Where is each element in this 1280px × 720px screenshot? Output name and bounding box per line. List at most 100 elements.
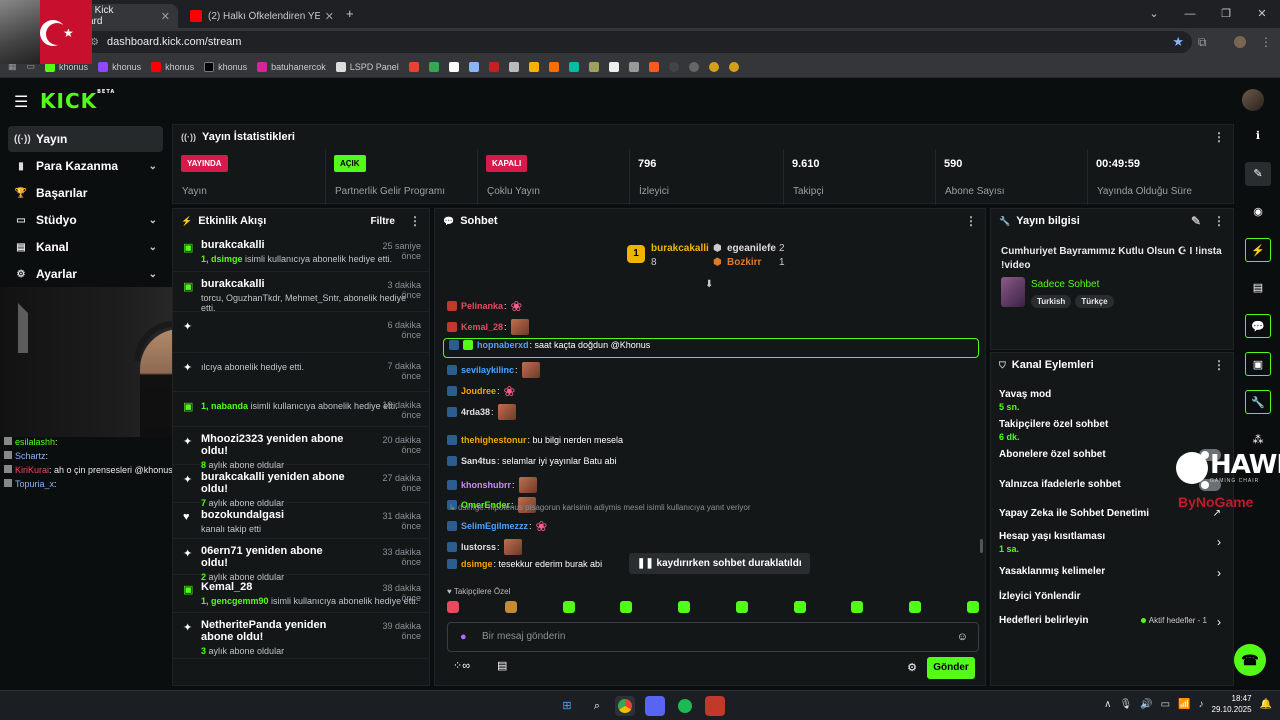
chat-message-input[interactable]: ● Bir mesaj gönderin ☺	[447, 622, 979, 652]
bookmark-icon-only[interactable]	[488, 61, 499, 72]
leader-1-name[interactable]: burakcakalli	[651, 243, 709, 254]
sidebar-item[interactable]: 🏆 Başarılar	[8, 180, 163, 206]
chat-username[interactable]: lustorss	[461, 542, 496, 552]
bookmark-icon-only[interactable]	[408, 61, 419, 72]
sidebar-item[interactable]: ▮ Para Kazanma ⌄	[8, 153, 163, 179]
chevron-down-icon[interactable]: ⌄	[149, 242, 157, 253]
new-tab-icon[interactable]: +	[346, 6, 354, 21]
bookmark-star-icon[interactable]: ★	[1172, 34, 1184, 50]
bookmark-icon-only[interactable]	[528, 61, 539, 72]
bookmark-icon-only[interactable]	[508, 61, 519, 72]
clock[interactable]: 18:47 29.10.2025	[1212, 693, 1252, 715]
search-icon[interactable]: ⌕	[587, 696, 607, 716]
sidebar-item[interactable]: ⚙ Ayarlar ⌄	[8, 261, 163, 287]
emote-icon[interactable]	[966, 601, 979, 613]
kick-logo[interactable]: KICKBETA	[40, 89, 115, 113]
chat-username[interactable]: dsimge	[461, 559, 493, 569]
chevron-down-icon[interactable]: ⌄	[149, 269, 157, 280]
collapse-pinned-icon[interactable]: ⬇	[705, 279, 713, 290]
category-thumbnail[interactable]	[1001, 277, 1025, 307]
profile-avatar-icon[interactable]	[1234, 36, 1246, 48]
bookmark-icon-only[interactable]	[648, 61, 659, 72]
bookmark-icon-only[interactable]	[728, 61, 739, 72]
channel-action[interactable]: Hesap yaşı kısıtlaması 1 sa. ›	[999, 531, 1225, 554]
tools-icon[interactable]: 🔧	[1245, 390, 1271, 414]
bookmark-item[interactable]: khonus	[204, 61, 247, 72]
emote-icon[interactable]	[735, 601, 748, 613]
sidebar-item[interactable]: ▤ Kanal ⌄	[8, 234, 163, 260]
tab-search-icon[interactable]: ⌄	[1136, 0, 1172, 28]
more-options-icon[interactable]: ⋮	[409, 214, 421, 228]
bookmark-icon-only[interactable]	[608, 61, 619, 72]
close-window-icon[interactable]: ✕	[1244, 0, 1280, 28]
chat-settings-icon[interactable]: ⚙	[907, 661, 917, 674]
channel-action[interactable]: Hedefleri belirleyin › Aktif hedefler - 1	[999, 615, 1225, 629]
discord-icon[interactable]	[645, 696, 665, 716]
chevron-down-icon[interactable]: ⌄	[149, 215, 157, 226]
emote-icon[interactable]	[678, 601, 691, 613]
tag-chip[interactable]: Turkish	[1031, 295, 1072, 308]
bookmark-icon-only[interactable]	[548, 61, 559, 72]
bookmark-item[interactable]: khonus	[151, 61, 194, 72]
bookmark-icon-only[interactable]	[628, 61, 639, 72]
more-options-icon[interactable]: ⋮	[1213, 358, 1225, 372]
chat-username[interactable]: Joudree	[461, 386, 496, 396]
hamburger-menu-icon[interactable]: ☰	[14, 92, 28, 112]
tray-chevron-icon[interactable]: ∧	[1104, 699, 1111, 710]
chevron-right-icon[interactable]: ›	[1217, 535, 1221, 549]
sidebar-item[interactable]: ((·)) Yayın	[8, 126, 163, 152]
send-button[interactable]: Gönder	[927, 657, 975, 679]
more-options-icon[interactable]: ⋮	[1213, 214, 1225, 228]
more-options-icon[interactable]: ⋮	[965, 214, 977, 228]
bookmark-icon-only[interactable]	[708, 61, 719, 72]
bookmark-icon-only[interactable]	[448, 61, 459, 72]
close-tab-icon[interactable]: ✕	[325, 10, 334, 23]
share-icon[interactable]: ⁂	[1245, 428, 1271, 452]
lightning-icon[interactable]: ⚡	[1245, 238, 1271, 262]
edit-icon[interactable]: ✎	[1245, 162, 1271, 186]
layout-icon[interactable]: ▣	[1245, 352, 1271, 376]
tab-youtube[interactable]: (2) Halkı Öfkelendiren YENİ OL/ ✕	[182, 4, 342, 28]
chrome-icon[interactable]	[615, 696, 635, 716]
store-icon[interactable]: ▤	[497, 659, 507, 672]
tag-chip[interactable]: Türkçe	[1075, 295, 1114, 308]
spotify-icon[interactable]	[675, 696, 695, 716]
bookmark-icon-only[interactable]	[428, 61, 439, 72]
chat-username[interactable]: Kemal_28	[461, 322, 503, 332]
channel-action[interactable]: Yavaş mod 5 sn.	[999, 389, 1225, 412]
extensions-icon[interactable]: ⧉	[1198, 35, 1207, 50]
channel-action[interactable]: İzleyici Yönlendir	[999, 591, 1225, 602]
menu-kebab-icon[interactable]: ⋮	[1260, 35, 1272, 49]
chat-bubble-icon[interactable]: 💬	[1245, 314, 1271, 338]
bookmark-item[interactable]: khonus	[98, 61, 141, 72]
chat-username[interactable]: sevilaykilinc	[461, 365, 514, 375]
edit-pencil-icon[interactable]: ✎	[1191, 214, 1201, 228]
emote-icon[interactable]	[851, 601, 864, 613]
channel-action[interactable]: Yasaklanmış kelimeler ›	[999, 566, 1225, 580]
chat-username[interactable]: hopnaberxd	[477, 340, 529, 350]
speaker-icon[interactable]: ♪	[1199, 699, 1204, 710]
volume-icon[interactable]: 🔊	[1140, 699, 1152, 710]
category-name[interactable]: Sadece Sohbet	[1031, 279, 1099, 290]
emote-icon[interactable]	[620, 601, 633, 613]
chat-scrollbar[interactable]	[980, 539, 983, 553]
chat-username[interactable]: SelimEgilmezzz	[461, 521, 528, 531]
bookmark-item[interactable]: batuhanercok	[257, 61, 326, 72]
bookmark-icon-only[interactable]	[568, 61, 579, 72]
leader-3-name[interactable]: Bozkirr	[727, 257, 761, 268]
chat-username[interactable]: Pelinanka	[461, 301, 503, 311]
network-icon[interactable]: ▭	[1161, 699, 1170, 710]
bookmark-item[interactable]: LSPD Panel	[335, 61, 399, 72]
app-icon[interactable]	[705, 696, 725, 716]
emoji-picker-icon[interactable]: ☺	[957, 623, 968, 651]
bookmark-icon-only[interactable]	[668, 61, 679, 72]
user-avatar[interactable]	[1242, 89, 1264, 111]
filter-button[interactable]: Filtre	[371, 216, 395, 227]
more-options-icon[interactable]: ⋮	[1213, 130, 1225, 144]
minimize-icon[interactable]: —	[1172, 0, 1208, 28]
leader-2-name[interactable]: egeanilefe	[727, 243, 776, 254]
bookmark-icon-only[interactable]	[688, 61, 699, 72]
chat-username[interactable]: San4tus	[461, 456, 496, 466]
bookmark-icon-only[interactable]	[588, 61, 599, 72]
notes-icon[interactable]: ▤	[1245, 276, 1271, 300]
